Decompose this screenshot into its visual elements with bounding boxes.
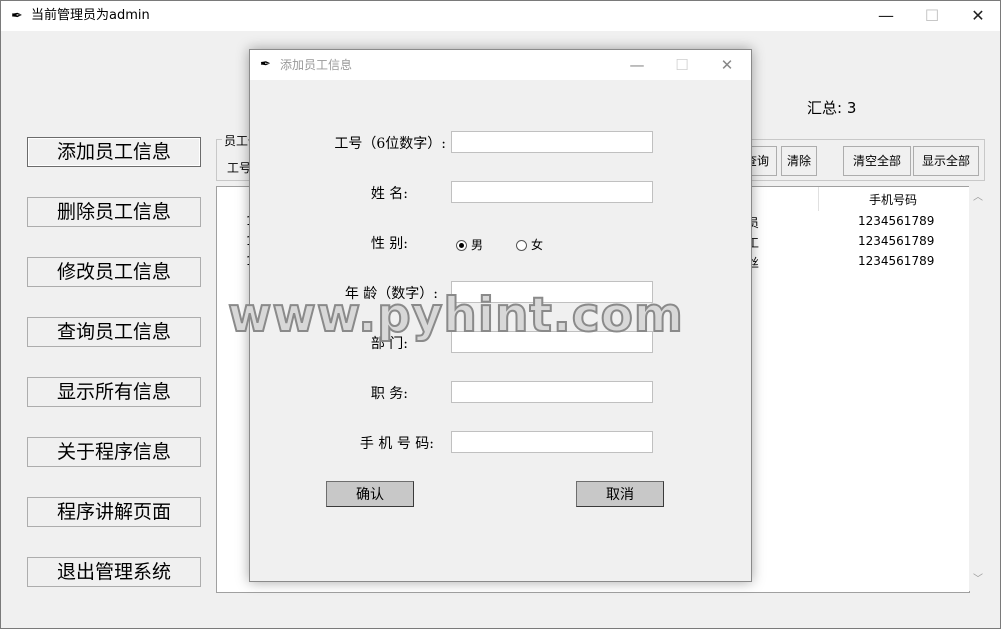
table-scrollbar[interactable]: ︿ ﹀ <box>969 186 987 591</box>
sidebar-item-exit[interactable]: 退出管理系统 <box>27 557 201 587</box>
position-input[interactable] <box>451 381 653 403</box>
radio-selected-icon <box>456 240 467 251</box>
gender-male-label: 男 <box>471 238 484 252</box>
scroll-up-icon[interactable]: ︿ <box>973 188 983 203</box>
table-cell-phone: 1234561789 <box>858 214 935 228</box>
feather-icon: ✒ <box>11 8 23 24</box>
total-count-label: 汇总: 3 <box>807 99 857 117</box>
table-cell-phone: 1234561789 <box>858 234 935 248</box>
watermark-text: www.pyhint.com <box>227 287 684 344</box>
name-input[interactable] <box>451 181 653 203</box>
feather-icon: ✒ <box>260 57 271 72</box>
scroll-down-icon[interactable]: ﹀ <box>973 570 983 585</box>
dialog-title: 添加员工信息 <box>280 58 353 72</box>
clear-button[interactable]: 清除 <box>781 146 817 176</box>
gender-radio-male[interactable]: 男 <box>456 236 483 253</box>
maximize-button[interactable]: ☐ <box>909 1 955 31</box>
phone-label: 手 机 号 码: <box>359 436 434 452</box>
employee-id-input[interactable] <box>451 131 653 153</box>
dialog-minimize-button[interactable]: — <box>614 50 660 80</box>
minimize-button[interactable]: — <box>863 1 909 31</box>
sidebar-item-about[interactable]: 关于程序信息 <box>27 437 201 467</box>
dialog-titlebar: ✒ 添加员工信息 — ☐ ✕ <box>250 50 751 80</box>
sidebar-item-explanation[interactable]: 程序讲解页面 <box>27 497 201 527</box>
close-button[interactable]: ✕ <box>955 1 1001 31</box>
dialog-maximize-button[interactable]: ☐ <box>659 50 705 80</box>
clear-all-button[interactable]: 清空全部 <box>843 146 911 176</box>
dialog-close-button[interactable]: ✕ <box>704 50 750 80</box>
main-window-title: 当前管理员为admin <box>31 8 150 23</box>
gender-female-label: 女 <box>531 238 544 252</box>
show-all-button[interactable]: 显示全部 <box>913 146 979 176</box>
column-header-phone[interactable]: 手机号码 <box>869 191 917 208</box>
name-label: 姓 名: <box>370 186 408 202</box>
sidebar-item-delete-employee[interactable]: 删除员工信息 <box>27 197 201 227</box>
search-field-label: 工号 <box>227 161 252 175</box>
sidebar-item-show-all[interactable]: 显示所有信息 <box>27 377 201 407</box>
phone-input[interactable] <box>451 431 653 453</box>
gender-radio-female[interactable]: 女 <box>516 236 543 253</box>
position-label: 职 务: <box>370 386 408 402</box>
column-divider <box>818 187 819 211</box>
sidebar-item-add-employee[interactable]: 添加员工信息 <box>27 137 201 167</box>
gender-label: 性 别: <box>370 236 408 252</box>
sidebar-item-modify-employee[interactable]: 修改员工信息 <box>27 257 201 287</box>
main-titlebar: ✒ 当前管理员为admin — ☐ ✕ <box>1 1 1000 31</box>
table-cell-phone: 1234561789 <box>858 254 935 268</box>
confirm-button[interactable]: 确认 <box>326 481 414 507</box>
employee-id-label: 工号（6位数字）: <box>334 136 446 152</box>
radio-unselected-icon <box>516 240 527 251</box>
sidebar-item-query-employee[interactable]: 查询员工信息 <box>27 317 201 347</box>
cancel-button[interactable]: 取消 <box>576 481 664 507</box>
